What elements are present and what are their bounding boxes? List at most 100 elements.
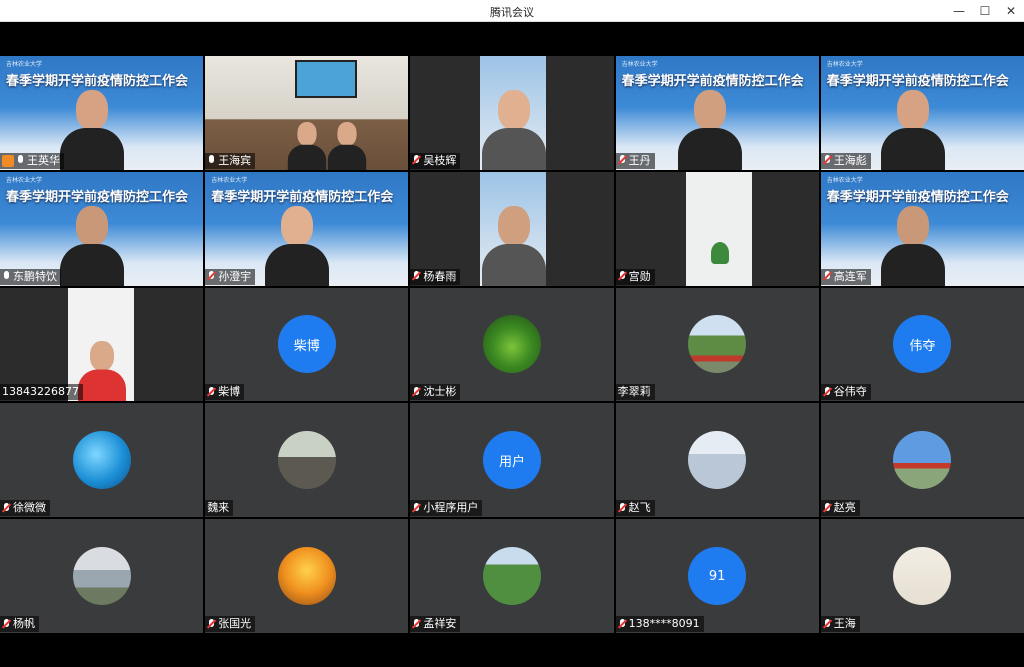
mic-muted-icon xyxy=(618,502,627,514)
participant-tile[interactable]: 赵亮 xyxy=(820,403,1024,518)
participant-name: 小程序用户 xyxy=(423,501,479,515)
mic-muted-icon xyxy=(207,386,216,398)
person-body xyxy=(265,243,330,286)
person-body xyxy=(677,127,742,170)
maximize-button[interactable]: ☐ xyxy=(972,0,998,22)
leaf-avatar-icon xyxy=(482,315,541,374)
participant-name-label: 孟祥安 xyxy=(410,616,461,632)
participant-tile[interactable]: 吉林农业大学春季学期开学前疫情防控工作会高连军 xyxy=(820,171,1024,286)
mic-icon xyxy=(16,155,25,166)
participant-name: 王海宾 xyxy=(218,153,252,167)
park-avatar-icon xyxy=(688,315,747,374)
participant-video-person xyxy=(880,89,945,170)
river-avatar-icon xyxy=(72,547,131,606)
participant-tile[interactable]: 吉林农业大学 春季学期开学前疫情防控工作会 王丹 xyxy=(615,56,819,170)
participant-tile[interactable]: 吉林农业大学 春季学期开学前疫情防控工作会 东鹏特饮 xyxy=(0,171,204,286)
mic-muted-icon xyxy=(823,155,832,166)
banner-school-name: 吉林农业大学 xyxy=(826,176,863,184)
participant-name-label: 柴博 xyxy=(205,384,245,401)
participant-video-person xyxy=(482,89,547,170)
participant-name-label: 高连军 xyxy=(820,268,871,285)
participant-name: 138****8091 xyxy=(628,617,700,630)
meeting-banner-title: 春季学期开学前疫情防控工作会 xyxy=(621,74,804,89)
white-room-video xyxy=(685,171,752,286)
participant-tile[interactable]: 吉林农业大学春季学期开学前疫情防控工作会孙澄宇 xyxy=(205,171,409,286)
participant-tile[interactable]: 伟夺 谷伟夺 xyxy=(820,287,1024,402)
participant-video-person xyxy=(78,341,126,402)
person-head xyxy=(498,205,531,246)
participant-name-label: 东鹏特饮 xyxy=(0,268,61,285)
banner-school-name: 吉林农业大学 xyxy=(826,61,863,68)
person-head xyxy=(337,121,357,146)
participant-tile[interactable]: 王海 xyxy=(820,519,1024,633)
host-icon xyxy=(2,154,14,167)
ocean-avatar-icon xyxy=(72,431,131,490)
participant-tile[interactable]: 吉林农业大学 春季学期开学前疫情防控工作会 王海彪 xyxy=(820,56,1024,170)
participant-name: 孙澄宇 xyxy=(218,269,252,283)
participant-name-label: 138****8091 xyxy=(615,616,704,632)
window-controls: — ☐ ✕ xyxy=(946,0,1024,22)
participant-name-label: 赵亮 xyxy=(820,500,860,517)
close-button[interactable]: ✕ xyxy=(998,0,1024,22)
mic-muted-icon xyxy=(412,386,421,398)
person-head xyxy=(76,89,108,130)
participant-tile[interactable]: 沈士彬 xyxy=(410,287,614,402)
meeting-banner-title: 春季学期开学前疫情防控工作会 xyxy=(6,189,189,205)
participant-tile[interactable]: 孟祥安 xyxy=(410,519,614,633)
participant-tile[interactable]: 杨春雨 xyxy=(410,171,614,286)
person-head xyxy=(896,205,929,246)
participant-name-label: 小程序用户 xyxy=(410,500,483,517)
participant-tile[interactable]: 用户 小程序用户 xyxy=(410,403,614,518)
meeting-banner-title: 春季学期开学前疫情防控工作会 xyxy=(826,189,1009,205)
participant-tile[interactable]: 魏来 xyxy=(205,403,409,518)
banner-school-name: 吉林农业大学 xyxy=(211,176,248,184)
meeting-banner-title: 春季学期开学前疫情防控工作会 xyxy=(211,189,394,205)
participant-tile[interactable]: 宫勋 xyxy=(615,171,819,286)
participant-tile[interactable]: 徐微微 xyxy=(0,403,204,518)
participant-video-person xyxy=(677,89,742,170)
participant-name-label: 宫勋 xyxy=(615,268,655,285)
participant-name-label: 吴枝辉 xyxy=(410,152,461,169)
participant-tile[interactable]: 王海宾 xyxy=(205,56,409,170)
mic-muted-icon xyxy=(412,502,421,514)
participant-tile[interactable]: 杨帆 xyxy=(0,519,204,633)
participant-tile[interactable]: 张国光 xyxy=(205,519,409,633)
person-head xyxy=(693,89,726,130)
projector-screen xyxy=(295,60,358,98)
fish-avatar-icon xyxy=(893,547,952,606)
mic-muted-icon xyxy=(207,618,216,630)
participant-tile[interactable]: 吴枝辉 xyxy=(410,56,614,170)
participant-video-person xyxy=(327,121,367,170)
participant-avatar: 柴博 xyxy=(277,315,336,374)
participant-tile[interactable]: 吉林农业大学 春季学期开学前疫情防控工作会 王英华 xyxy=(0,56,204,170)
sky-avatar-icon xyxy=(893,431,952,490)
participant-grid: 吉林农业大学 春季学期开学前疫情防控工作会 王英华 王海宾 吴枝辉 吉林农业大学 春季学期开… xyxy=(0,56,1024,633)
participant-name: 王海 xyxy=(833,617,856,630)
participant-name-label: 李翠莉 xyxy=(615,384,655,401)
participant-name-label: 王海 xyxy=(820,616,860,632)
minimize-button[interactable]: — xyxy=(946,0,972,22)
meeting-banner-title: 春季学期开学前疫情防控工作会 xyxy=(826,74,1009,89)
participant-tile[interactable]: 李翠莉 xyxy=(615,287,819,402)
mic-muted-icon xyxy=(618,618,627,630)
ice-avatar-icon xyxy=(688,431,747,490)
participant-video-person xyxy=(60,205,124,286)
participant-tile[interactable]: 13843226877 xyxy=(0,287,204,402)
participant-tile[interactable]: 91 138****8091 xyxy=(615,519,819,633)
participant-tile[interactable]: 柴博 柴博 xyxy=(205,287,409,402)
participant-name-label: 魏来 xyxy=(205,500,234,517)
participant-name: 杨帆 xyxy=(13,617,35,630)
participant-name-label: 杨春雨 xyxy=(410,268,461,285)
participant-name: 东鹏特饮 xyxy=(13,269,57,283)
banner-school-name: 吉林农业大学 xyxy=(6,61,43,68)
participant-name-label: 王英华 xyxy=(0,152,64,169)
participant-tile[interactable]: 赵飞 xyxy=(615,403,819,518)
mic-muted-icon xyxy=(823,618,832,630)
participant-name: 吴枝辉 xyxy=(423,153,457,167)
mic-muted-icon xyxy=(823,386,832,398)
person-head xyxy=(896,89,929,130)
person-avatar-icon xyxy=(277,431,336,490)
person-body xyxy=(78,369,126,402)
participant-name-label: 沈士彬 xyxy=(410,384,461,401)
participant-avatar: 伟夺 xyxy=(893,315,952,374)
